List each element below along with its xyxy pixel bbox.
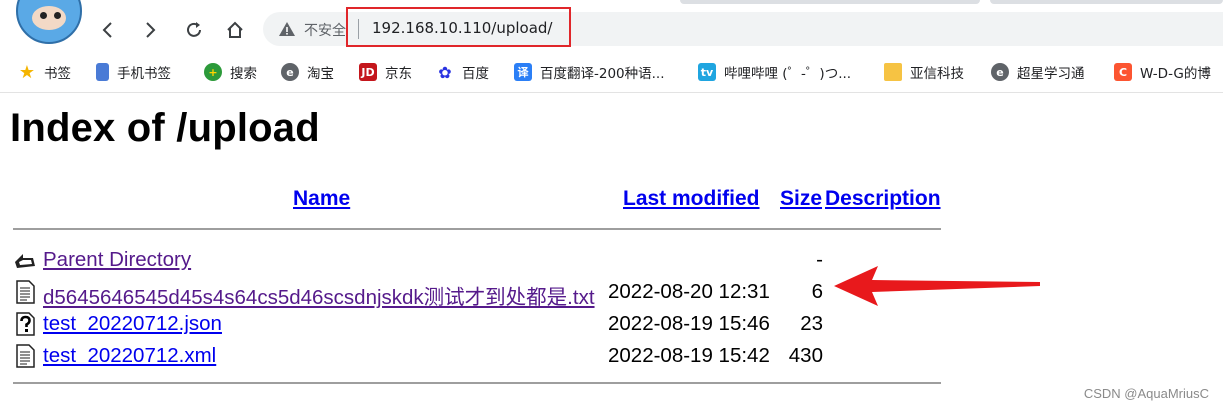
bookmark-item-jd[interactable]: JD 京东: [359, 60, 412, 84]
bookmark-item-translate[interactable]: 译 百度翻译-200种语...: [514, 60, 665, 84]
bookmark-label: 百度翻译-200种语...: [540, 66, 665, 82]
star-icon: ★: [18, 61, 36, 83]
bookmark-label: 百度: [462, 66, 489, 82]
bookmark-label: 搜索: [230, 66, 257, 82]
phone-icon: [96, 63, 109, 81]
back-button[interactable]: [94, 16, 122, 44]
csdn-icon: C: [1114, 63, 1132, 81]
warning-icon[interactable]: [278, 20, 296, 38]
bookmark-label: 书签: [44, 66, 71, 82]
file-date: 2022-08-20 12:31: [608, 280, 770, 303]
text-file-icon: [16, 344, 35, 368]
taobao-icon: e: [281, 63, 299, 81]
bookmark-label: 京东: [385, 66, 412, 82]
bookmark-label: 亚信科技: [910, 66, 964, 82]
table-row: test_20220712.json 2022-08-19 15:46 23: [13, 310, 943, 340]
unknown-file-icon: [16, 312, 35, 336]
bookmark-label: 哔哩哔哩 (゜-゜)つ...: [724, 66, 852, 82]
avatar-eye-left: [40, 12, 47, 19]
folder-icon: [884, 63, 902, 81]
back-folder-icon: [15, 254, 35, 268]
tab-strip-edge-2: [990, 0, 1223, 4]
chevron-left-icon: [102, 22, 112, 38]
file-link[interactable]: d5645646545d45s4s64cs5d46scsdnjskdk测试才到处…: [43, 280, 595, 310]
file-size: -: [816, 248, 823, 271]
baidu-icon: ✿: [438, 62, 452, 82]
url-highlight-box: [346, 7, 571, 47]
tab-strip-edge: [680, 0, 980, 4]
file-size: 23: [800, 312, 823, 335]
avatar-face: [32, 6, 66, 30]
page-title: Index of /upload: [10, 106, 320, 150]
table-row: d5645646545d45s4s64cs5d46scsdnjskdk测试才到处…: [13, 278, 943, 310]
bookmark-item-bilibili[interactable]: tv 哔哩哔哩 (゜-゜)つ...: [698, 60, 851, 84]
bookmark-label: W-D-G的博: [1140, 66, 1211, 82]
file-size: 430: [788, 344, 823, 367]
home-icon: [227, 21, 243, 38]
file-size: 6: [811, 280, 823, 303]
column-header-last-modified[interactable]: Last modified: [623, 187, 760, 211]
bookmark-label: 超星学习通: [1017, 66, 1085, 82]
bookmark-item-search[interactable]: + 搜索: [204, 60, 257, 84]
translate-icon: 译: [514, 63, 532, 81]
table-row: test_20220712.xml 2022-08-19 15:42 430: [13, 342, 943, 372]
column-header-size[interactable]: Size: [780, 187, 822, 211]
bookmark-item-chaoxing[interactable]: e 超星学习通: [991, 60, 1085, 84]
bookmark-folder-asiainfo[interactable]: 亚信科技: [884, 60, 964, 84]
file-link[interactable]: test_20220712.xml: [43, 344, 216, 368]
bookmark-item-mobile[interactable]: 手机书签: [96, 60, 171, 84]
file-date: 2022-08-19 15:42: [608, 344, 770, 367]
reload-icon: [187, 22, 201, 37]
bookmark-label: 淘宝: [307, 66, 334, 82]
red-arrow-annotation: [834, 266, 1040, 306]
browser-toolbar: 不安全 192.168.10.110/upload/: [0, 0, 1223, 56]
jd-icon: JD: [359, 63, 377, 81]
bilibili-icon: tv: [698, 63, 716, 81]
bookmark-item-bookmarks[interactable]: ★ 书签: [18, 60, 71, 84]
chevron-right-icon: [146, 22, 156, 38]
table-row: Parent Directory -: [13, 246, 943, 276]
bookmark-item-blog[interactable]: C W-D-G的博: [1114, 60, 1211, 84]
profile-avatar[interactable]: [16, 0, 82, 44]
column-header-name[interactable]: Name: [293, 187, 350, 211]
bookmarks-bar: ★ 书签 手机书签 + 搜索 e 淘宝 JD 京东 ✿ 百度 译 百度翻译-20…: [0, 58, 1223, 88]
reload-button[interactable]: [180, 16, 208, 44]
bookmark-item-taobao[interactable]: e 淘宝: [281, 60, 334, 84]
chaoxing-icon: e: [991, 63, 1009, 81]
bookmark-label: 手机书签: [117, 66, 171, 82]
column-header-description[interactable]: Description: [825, 187, 941, 211]
file-link[interactable]: test_20220712.json: [43, 312, 222, 336]
footer-divider: [13, 382, 941, 384]
text-file-icon: [16, 280, 35, 304]
parent-directory-link[interactable]: Parent Directory: [43, 248, 191, 272]
home-button[interactable]: [221, 16, 249, 44]
file-date: 2022-08-19 15:46: [608, 312, 770, 335]
watermark: CSDN @AquaMriusC: [1083, 386, 1209, 401]
bookmark-item-baidu[interactable]: ✿ 百度: [436, 60, 489, 84]
forward-button[interactable]: [136, 16, 164, 44]
security-label[interactable]: 不安全: [304, 20, 346, 40]
header-divider: [13, 228, 941, 230]
chrome-divider: [0, 92, 1223, 93]
search-plus-icon: +: [204, 63, 222, 81]
avatar-eye-right: [54, 12, 61, 19]
